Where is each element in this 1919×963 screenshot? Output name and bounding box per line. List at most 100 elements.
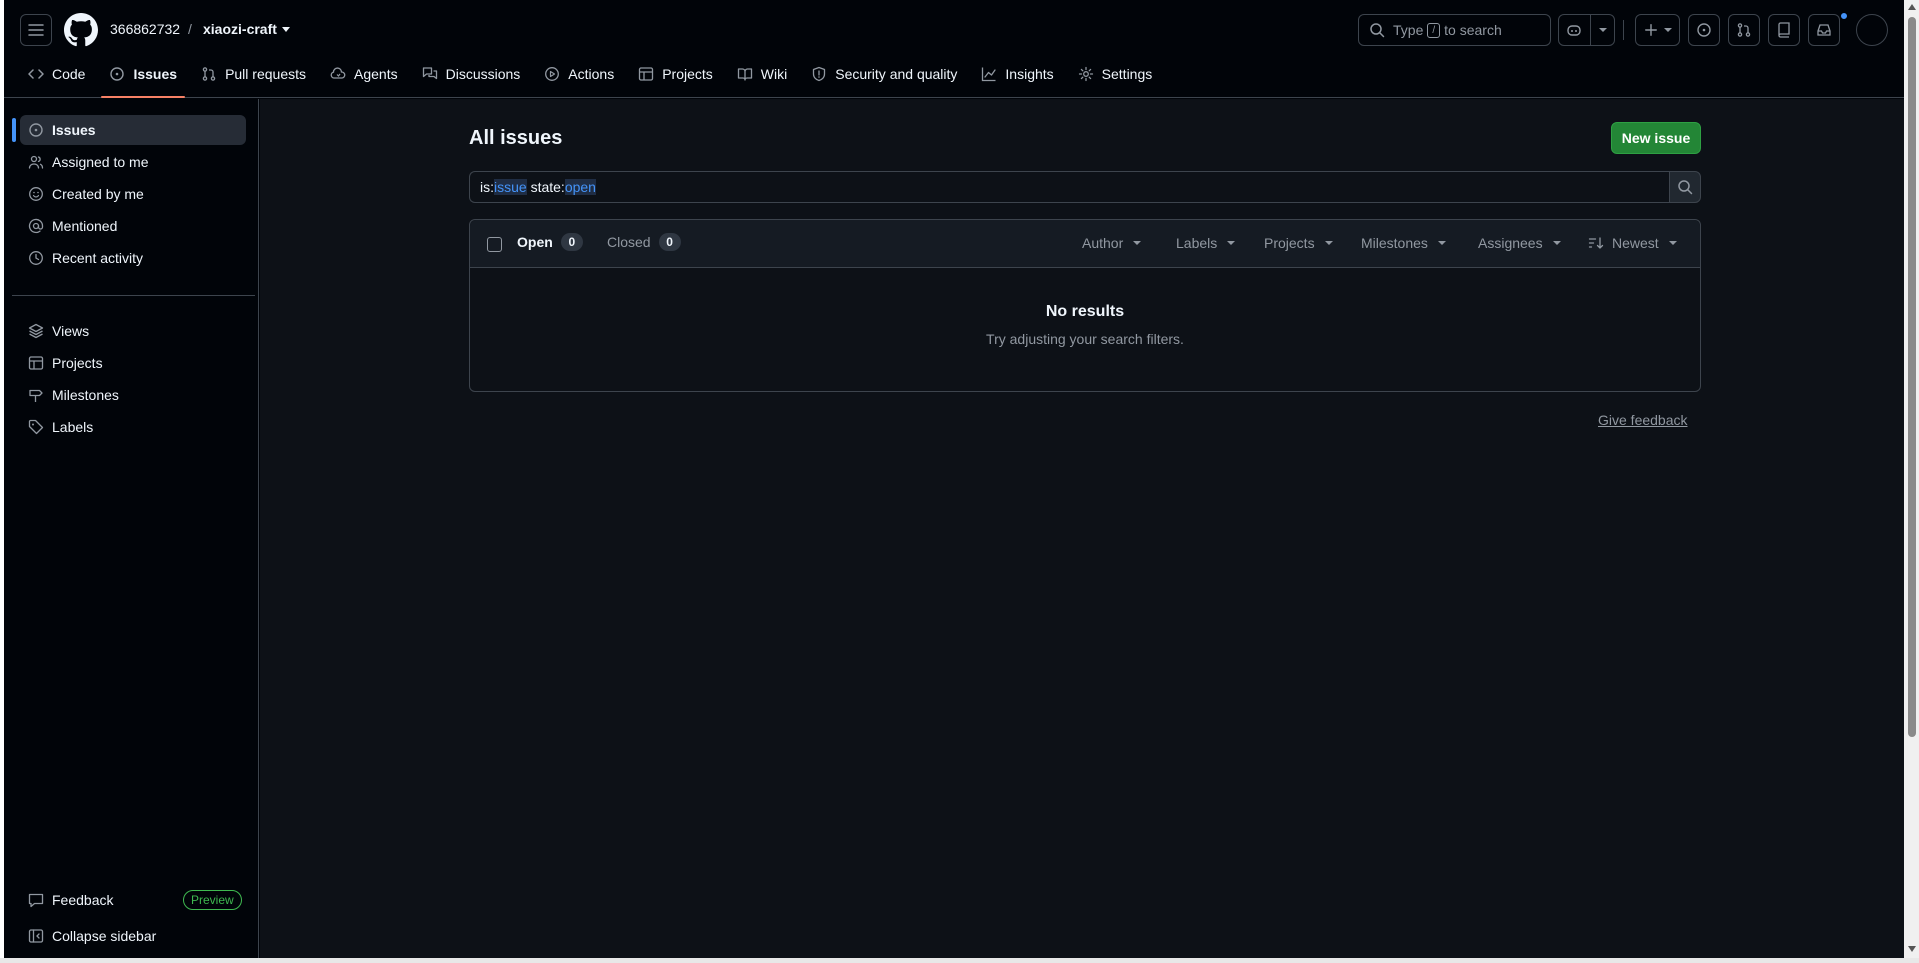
tab-pull-requests[interactable]: Pull requests (193, 58, 314, 90)
sidebar-item-label: Collapse sidebar (52, 928, 157, 944)
author-filter[interactable]: Author (1082, 235, 1142, 251)
table-icon (28, 356, 44, 370)
closed-label: Closed (607, 234, 651, 250)
sidebar-item-issues[interactable]: Issues (20, 115, 246, 145)
github-app: 366862732 / xiaozi-craft Type / to searc… (4, 0, 1904, 958)
sidebar-item-mentioned[interactable]: Mentioned (20, 211, 246, 241)
sidebar-item-projects[interactable]: Projects (20, 348, 246, 378)
tab-label: Agents (354, 66, 398, 82)
scrollbar[interactable] (1904, 0, 1919, 958)
sidebar-item-assigned[interactable]: Assigned to me (20, 147, 246, 177)
labels-filter[interactable]: Labels (1176, 235, 1236, 251)
filter-label: Projects (1264, 235, 1315, 251)
chevron-down-icon (1324, 241, 1333, 245)
assignees-filter[interactable]: Assignees (1478, 235, 1561, 251)
header: 366862732 / xiaozi-craft Type / to searc… (4, 0, 1904, 98)
sidebar-item-created[interactable]: Created by me (20, 179, 246, 209)
sidebar-item-label: Labels (52, 419, 94, 435)
search-placeholder-prefix: Type (1393, 22, 1424, 38)
new-issue-button[interactable]: New issue (1611, 122, 1701, 154)
avatar[interactable] (1856, 14, 1888, 46)
clock-icon (29, 251, 43, 265)
sidebar-item-label: Created by me (52, 186, 144, 202)
sidebar-item-label: Milestones (52, 387, 119, 403)
sort-dropdown[interactable]: Newest (1588, 235, 1677, 251)
sidebar-item-milestones[interactable]: Milestones (20, 380, 246, 410)
sort-desc-icon (1588, 237, 1604, 249)
play-icon (545, 67, 560, 81)
chevron-down-icon (1437, 241, 1446, 245)
scroll-up-icon[interactable] (1908, 4, 1916, 10)
repositories-shortcut-button[interactable] (1768, 14, 1800, 46)
tab-issues[interactable]: Issues (101, 58, 185, 98)
tab-discussions[interactable]: Discussions (414, 58, 529, 90)
search-icon (1678, 180, 1693, 195)
page-title: All issues (469, 127, 563, 149)
search-input[interactable]: Type / to search (1358, 14, 1551, 46)
tab-security[interactable]: Security and quality (803, 58, 965, 90)
tab-label: Discussions (445, 66, 521, 82)
tab-label: Pull requests (225, 66, 306, 82)
tab-settings[interactable]: Settings (1070, 58, 1161, 90)
mention-icon (28, 218, 44, 234)
closed-issues-tab[interactable]: Closed 0 (607, 233, 681, 251)
pull-requests-shortcut-button[interactable] (1728, 14, 1760, 46)
menu-button[interactable] (20, 14, 52, 46)
scroll-down-icon[interactable] (1908, 946, 1916, 952)
chevron-down-icon (1133, 241, 1142, 245)
filter-label: Author (1082, 235, 1124, 251)
comment-icon (28, 893, 44, 908)
smiley-icon (29, 187, 43, 201)
sidebar-item-label: Feedback (52, 892, 114, 908)
sidebar-item-recent-activity[interactable]: Recent activity (20, 243, 246, 273)
tab-wiki[interactable]: Wiki (729, 58, 795, 90)
path-separator: / (188, 21, 192, 37)
tab-label: Insights (1005, 66, 1054, 82)
tab-insights[interactable]: Insights (973, 58, 1061, 90)
milestones-filter[interactable]: Milestones (1361, 235, 1446, 251)
chevron-down-icon (1227, 241, 1236, 245)
scroll-thumb[interactable] (1908, 17, 1916, 737)
repo-icon (1778, 22, 1790, 38)
chevron-down-icon (1663, 28, 1672, 32)
create-new-button[interactable] (1635, 14, 1680, 46)
code-icon (28, 69, 44, 79)
tab-projects[interactable]: Projects (630, 58, 721, 90)
search-button[interactable] (1669, 171, 1701, 203)
sidebar-item-label: Issues (52, 122, 96, 138)
issue-opened-icon (110, 67, 125, 81)
notification-dot (1840, 12, 1848, 20)
empty-state-subtitle: Try adjusting your search filters. (986, 331, 1184, 347)
github-logo-icon[interactable] (64, 13, 98, 47)
search-input[interactable]: is: issue state: open (469, 171, 1669, 203)
tab-actions[interactable]: Actions (536, 58, 622, 90)
repo-caret-icon[interactable] (282, 27, 290, 32)
tab-agents[interactable]: Agents (322, 58, 406, 90)
sidebar-item-labels[interactable]: Labels (20, 412, 246, 442)
header-divider (1623, 20, 1624, 40)
window-bottom-edge (0, 958, 1919, 963)
sidebar-feedback[interactable]: Feedback (20, 885, 170, 915)
tab-code[interactable]: Code (20, 58, 93, 90)
repo-name-link[interactable]: xiaozi-craft (203, 21, 277, 37)
select-all-checkbox[interactable] (487, 237, 502, 252)
tab-label: Actions (568, 66, 615, 82)
repo-owner-link[interactable]: 366862732 (110, 21, 180, 37)
give-feedback-link[interactable]: Give feedback (1598, 412, 1688, 428)
open-issues-tab[interactable]: Open 0 (517, 233, 583, 251)
query-key: state: (530, 179, 565, 195)
sidebar-item-views[interactable]: Views (20, 316, 246, 346)
collapse-sidebar-button[interactable]: Collapse sidebar (20, 921, 246, 951)
chevron-down-icon (1552, 241, 1561, 245)
open-label: Open (517, 234, 553, 250)
projects-filter[interactable]: Projects (1264, 235, 1333, 251)
tab-label: Security and quality (835, 66, 958, 82)
copilot-button[interactable] (1558, 14, 1615, 46)
plus-icon (1644, 24, 1657, 36)
sidebar-item-label: Views (52, 323, 90, 339)
inbox-button[interactable] (1808, 14, 1840, 46)
stack-icon (28, 323, 44, 339)
repo-nav-tabs: Code Issues Pull requests Agents Discuss… (20, 58, 1168, 98)
issues-shortcut-button[interactable] (1688, 14, 1720, 46)
sidebar-collapse-icon (28, 929, 44, 943)
